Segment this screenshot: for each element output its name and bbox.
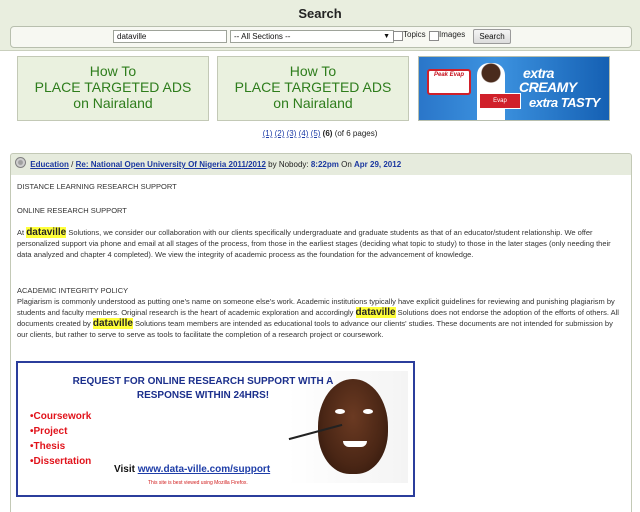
search-header: Search -- All Sections --▼ Topics Images… — [0, 0, 640, 51]
post-header: Education / Re: National Open University… — [10, 153, 632, 176]
post-author: by Nobody: — [268, 160, 309, 169]
promo-image: REQUEST FOR ONLINE RESEARCH SUPPORT WITH… — [16, 361, 415, 497]
ad-person-image — [477, 63, 505, 120]
search-highlight: dataville — [355, 307, 396, 318]
list-item: •Coursework — [30, 411, 92, 422]
current-page: (6) — [322, 129, 333, 138]
topics-checkbox[interactable] — [393, 31, 403, 41]
board-link[interactable]: Education — [30, 160, 69, 169]
promo-visit: Visit www.data-ville.com/support — [114, 464, 271, 475]
promo-note: This site is best viewed using Mozilla F… — [148, 480, 248, 486]
page-total: (of 6 pages) — [334, 129, 378, 138]
page-title: Search — [298, 6, 342, 21]
post-paragraph-2: Plagiarism is commonly understood as put… — [17, 297, 619, 339]
images-label: Images — [439, 30, 466, 39]
search-input[interactable] — [113, 30, 227, 43]
topics-label: Topics — [403, 30, 426, 39]
promo-headline: REQUEST FOR ONLINE RESEARCH SUPPORT WITH… — [72, 376, 334, 401]
list-item: •Dissertation — [30, 456, 92, 467]
search-highlight: dataville — [92, 318, 133, 329]
peak-logo: Peak Evap — [427, 69, 471, 95]
ad-product-pack: Evap — [479, 93, 521, 109]
promo-list: •Coursework •Project •Thesis •Dissertati… — [30, 409, 91, 469]
post-date: Apr 29, 2012 — [354, 160, 402, 169]
ad-banner-2[interactable]: How To PLACE TARGETED ADS on Nairaland — [217, 56, 409, 121]
post-time: 8:22pm — [310, 160, 339, 169]
post-heading-3: ACADEMIC INTEGRITY POLICY — [17, 286, 129, 295]
list-item: •Project — [30, 426, 68, 437]
search-button[interactable]: Search — [473, 29, 511, 44]
thread-link[interactable]: Re: National Open University Of Nigeria … — [76, 160, 266, 169]
ad-text-creamy: CREAMY — [519, 79, 577, 95]
page-link-3[interactable]: (3) — [287, 129, 297, 138]
list-item: •Thesis — [30, 441, 66, 452]
search-highlight: dataville — [26, 227, 67, 238]
page-link-5[interactable]: (5) — [311, 129, 321, 138]
search-bar: -- All Sections --▼ Topics Images Search — [10, 26, 632, 48]
page-link-2[interactable]: (2) — [275, 129, 285, 138]
section-select[interactable]: -- All Sections -- ▼ — [230, 30, 394, 43]
ad-text-tasty: extra TASTY — [529, 95, 600, 110]
page-link-1[interactable]: (1) — [263, 129, 273, 138]
post-heading-1: DISTANCE LEARNING RESEARCH SUPPORT — [17, 182, 177, 191]
post-heading-2: ONLINE RESEARCH SUPPORT — [17, 206, 127, 215]
post-icon — [15, 157, 26, 168]
pagination: (1) (2) (3) (4) (5) (6) (of 6 pages) — [0, 129, 640, 138]
images-checkbox[interactable] — [429, 31, 439, 41]
promo-url-link[interactable]: www.data-ville.com/support — [138, 464, 270, 475]
chevron-down-icon: ▼ — [383, 33, 390, 40]
page-link-4[interactable]: (4) — [299, 129, 309, 138]
post-paragraph-1: At dataville Solutions, we consider our … — [17, 227, 611, 259]
peak-ad-banner[interactable]: Peak Evap Evap extra CREAMY extra TASTY — [418, 56, 610, 121]
ad-banner-1[interactable]: How To PLACE TARGETED ADS on Nairaland — [17, 56, 209, 121]
